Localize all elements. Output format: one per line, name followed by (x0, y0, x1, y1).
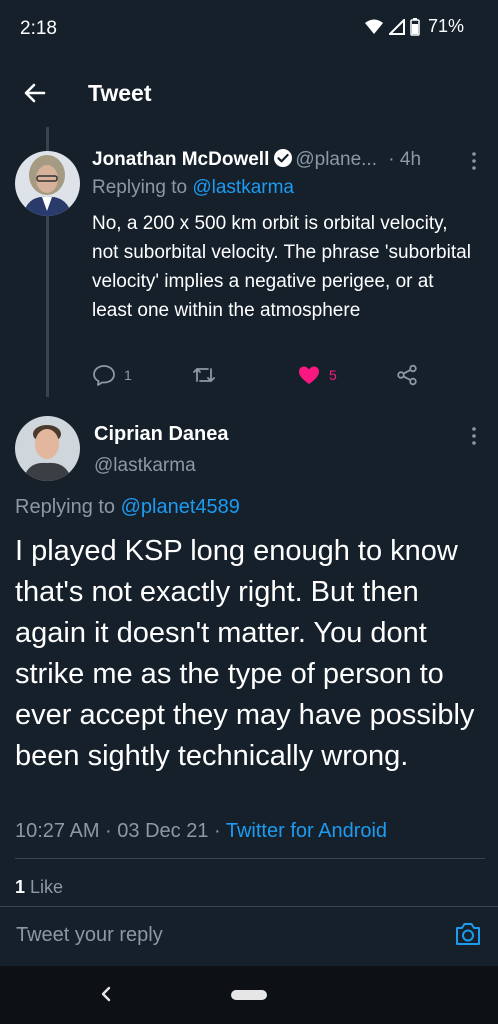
reply-author-name[interactable]: Jonathan McDowell (92, 149, 269, 170)
back-button[interactable] (20, 78, 50, 108)
share-action[interactable] (396, 364, 418, 386)
camera-icon (456, 923, 480, 945)
comment-icon (93, 365, 115, 386)
system-back-button[interactable] (98, 984, 114, 1009)
main-author-name[interactable]: Ciprian Danea (94, 423, 228, 446)
replying-prefix: Replying to (92, 177, 188, 198)
wifi-icon (364, 19, 383, 34)
top-app-bar: Tweet (0, 62, 498, 126)
divider (15, 858, 485, 859)
arrow-left-icon (24, 83, 46, 103)
heart-filled-icon (299, 366, 319, 384)
reply-replying-to: Replying to @lastkarma (92, 177, 294, 199)
status-icons: 71% (364, 16, 464, 37)
retweet-icon (193, 368, 215, 382)
main-author-handle: @lastkarma (94, 455, 196, 476)
reply-tweet-text: No, a 200 x 500 km orbit is orbital velo… (92, 213, 471, 321)
tweet-source-link[interactable]: Twitter for Android (226, 820, 387, 842)
reply-action-bar: 1 5 (92, 364, 452, 390)
likes-count: 1 (15, 877, 26, 897)
battery-percent: 71% (427, 16, 464, 36)
reply-author-row: Jonathan McDowell @plane... · 4h (92, 148, 421, 171)
reply-more-button[interactable] (464, 149, 484, 173)
camera-button[interactable] (454, 921, 482, 952)
verified-badge-icon (274, 149, 293, 167)
replying-handle-link[interactable]: @planet4589 (121, 496, 240, 518)
avatar[interactable] (15, 151, 80, 216)
main-tweet-text: I played KSP long enough to know that's … (15, 535, 475, 772)
status-bar: 2:18 71% (0, 0, 498, 58)
main-more-button[interactable] (464, 424, 484, 448)
share-icon (397, 364, 417, 386)
status-time: 2:18 (20, 18, 57, 39)
like-action[interactable]: 5 (297, 364, 337, 386)
system-navigation-bar (0, 966, 498, 1024)
more-vertical-icon (472, 152, 476, 170)
reply-age: · 4h (388, 149, 422, 170)
likes-label: Like (30, 877, 64, 897)
more-vertical-icon (472, 427, 476, 445)
reply-input[interactable] (14, 923, 418, 948)
chevron-left-icon (101, 986, 111, 1002)
system-home-pill[interactable] (231, 990, 267, 1000)
reply-author-handle: @plane... (295, 149, 377, 170)
avatar[interactable] (15, 416, 80, 481)
likes-summary[interactable]: 1 Like (15, 877, 63, 898)
replying-handle-link[interactable]: @lastkarma (192, 177, 294, 198)
battery-icon (410, 17, 420, 36)
reply-composer (0, 906, 498, 965)
tweet-meta: 10:27 AM · 03 Dec 21 · Twitter for Andro… (15, 820, 387, 843)
signal-icon (388, 18, 405, 35)
like-count: 5 (329, 367, 337, 383)
page-title: Tweet (88, 80, 152, 106)
reply-count: 1 (124, 367, 132, 383)
main-replying-to: Replying to @planet4589 (15, 496, 240, 519)
reply-action[interactable]: 1 (92, 364, 132, 386)
tweet-timestamp: 10:27 AM · 03 Dec 21 · (15, 820, 226, 842)
retweet-action[interactable] (192, 364, 224, 386)
replying-prefix: Replying to (15, 496, 116, 518)
